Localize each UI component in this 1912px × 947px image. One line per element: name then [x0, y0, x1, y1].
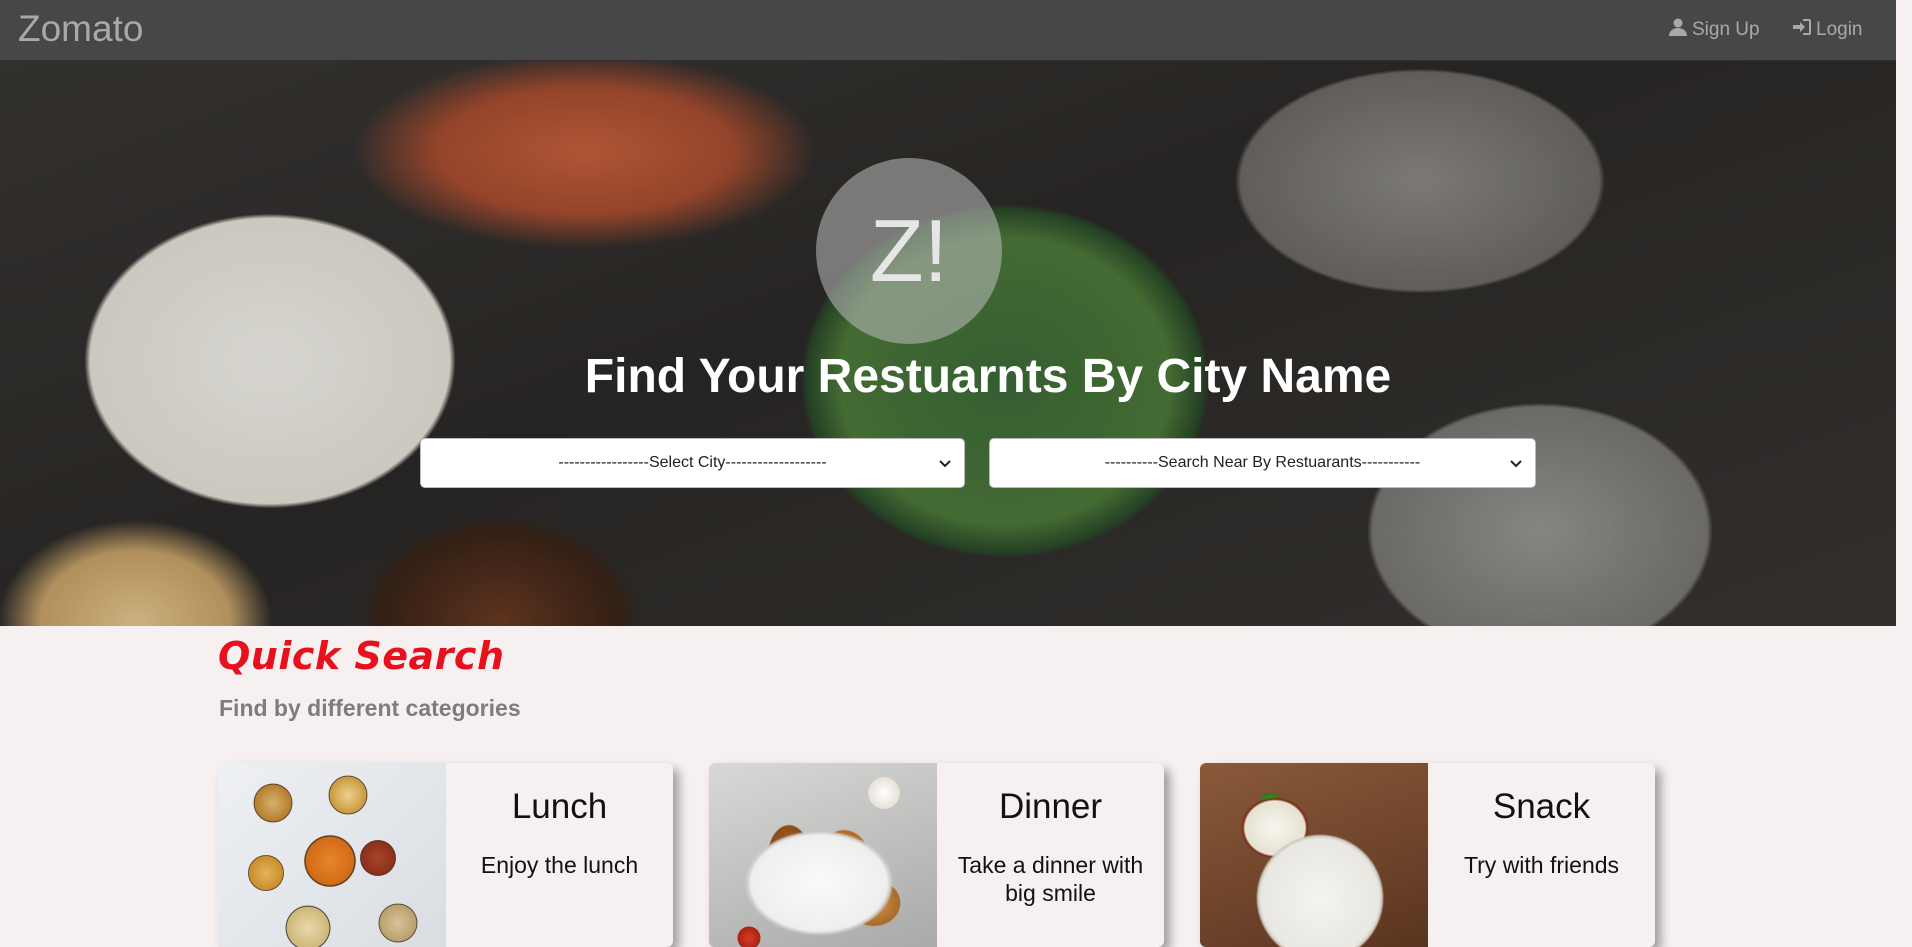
chevron-down-icon: [1509, 456, 1523, 470]
login-icon: [1792, 17, 1812, 43]
top-navbar: Zomato Sign Up Login: [0, 0, 1896, 61]
card-title: Snack: [1492, 787, 1591, 826]
dinner-image: [709, 763, 937, 947]
hero-logo-text: Z!: [869, 201, 949, 300]
hero-title: Find Your Restuarnts By City Name: [584, 350, 1392, 403]
card-title: Dinner: [998, 787, 1103, 826]
signup-link[interactable]: Sign Up: [1668, 17, 1760, 43]
category-card-lunch[interactable]: Lunch Enjoy the lunch: [218, 763, 673, 947]
login-link[interactable]: Login: [1792, 17, 1863, 43]
card-description: Try with friends: [1463, 852, 1620, 878]
restaurant-select[interactable]: ----------Search Near By Restuarants----…: [989, 438, 1536, 488]
category-card-dinner[interactable]: Dinner Take a dinner with big smile: [709, 763, 1164, 947]
card-title: Lunch: [511, 787, 608, 826]
quick-search-subtitle: Find by different categories: [219, 695, 521, 721]
chevron-down-icon: [938, 456, 952, 470]
hero-banner: Z!: [0, 61, 1896, 626]
snack-image: [1200, 763, 1428, 947]
hero-shade: [0, 61, 1896, 626]
hero-logo: Z!: [816, 158, 1002, 344]
city-select-value: -----------------Select City------------…: [558, 454, 827, 471]
login-label: Login: [1816, 19, 1863, 40]
signup-label: Sign Up: [1692, 19, 1760, 40]
card-description: Take a dinner with big smile: [957, 852, 1144, 906]
brand-logo[interactable]: Zomato: [18, 8, 143, 50]
quick-search-title: Quick Search: [218, 634, 505, 678]
category-card-snack[interactable]: Snack Try with friends: [1200, 763, 1655, 947]
lunch-image: [218, 763, 446, 947]
city-select[interactable]: -----------------Select City------------…: [420, 438, 965, 488]
restaurant-select-value: ----------Search Near By Restuarants----…: [1104, 454, 1421, 471]
user-icon: [1668, 17, 1688, 43]
card-description: Enjoy the lunch: [480, 852, 639, 878]
